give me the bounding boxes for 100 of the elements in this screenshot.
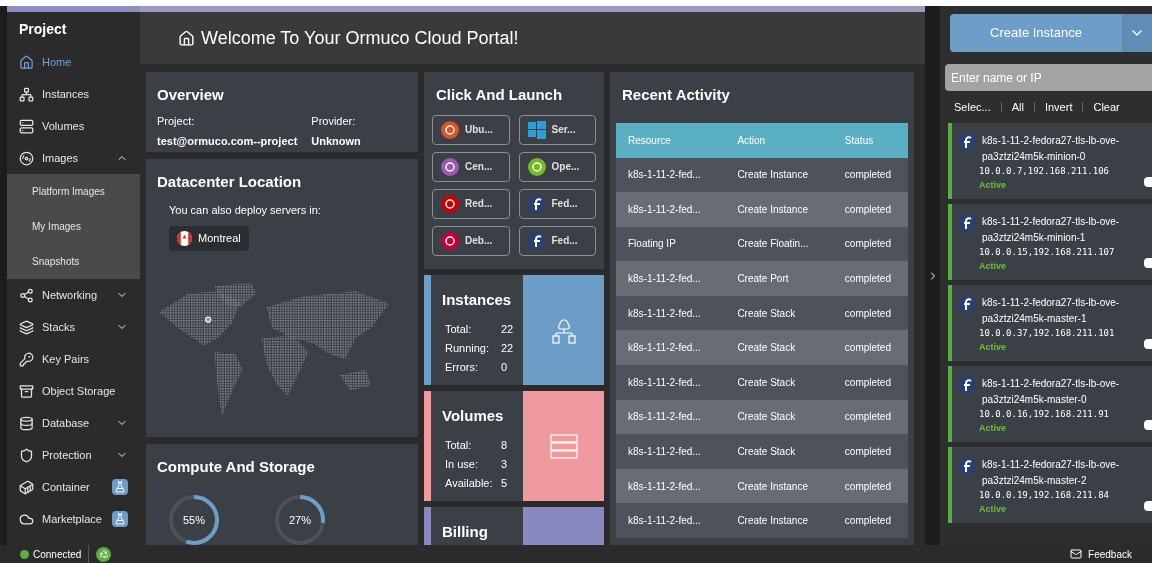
- network-icon: [19, 86, 34, 102]
- table-row[interactable]: k8s-1-11-2-fed... Create Stack completed: [616, 365, 908, 400]
- submenu-item[interactable]: Snapshots: [7, 244, 140, 279]
- stat-value: 0: [501, 359, 508, 375]
- table-cell: Floating IP: [616, 226, 726, 262]
- instance-card[interactable]: k8s-1-11-2-fedora27-tls-lb-ove-pa3ztzi24m5k-minion-1 10.0.0.15,192.168.211.107 Active: [948, 204, 1152, 280]
- select-action-link[interactable]: Invert: [1034, 98, 1083, 116]
- sidebar-item[interactable]: Database: [7, 407, 140, 439]
- submenu-item[interactable]: Platform Images: [7, 174, 140, 209]
- sidebar-item[interactable]: Stacks: [7, 311, 140, 343]
- opensuse-logo-icon: [527, 157, 546, 176]
- home-icon: [19, 54, 34, 70]
- card-title: Click And Launch: [436, 85, 564, 105]
- submenu-item[interactable]: My Images: [7, 209, 140, 244]
- table-cell: completed: [832, 365, 908, 400]
- table-row[interactable]: k8s-1-11-2-fed... Create Port completed: [616, 261, 908, 296]
- windows-logo-icon: [527, 120, 546, 139]
- select-action-link[interactable]: Selec...: [950, 98, 1001, 116]
- stat-label: Errors:: [445, 359, 479, 375]
- instance-name: k8s-1-11-2-fedora27-tls-lb-ove-pa3ztzi24m5k-minion-1: [982, 215, 1121, 245]
- table-row[interactable]: k8s-1-11-2-fed... Create Stack completed: [616, 434, 908, 469]
- search-field[interactable]: Enter name or IP: [945, 64, 1152, 91]
- checkbox[interactable]: [1144, 420, 1152, 430]
- gauge-reading: 27%: [289, 512, 311, 528]
- card-subtitle: You can also deploy servers in:: [169, 202, 322, 218]
- table-row[interactable]: k8s-1-11-2-fed... Create Stack completed: [616, 295, 908, 331]
- sidebar-item[interactable]: Object Storage: [7, 375, 140, 407]
- table-cell: completed: [832, 434, 908, 469]
- table-cell: k8s-1-11-2-fed...: [616, 295, 726, 331]
- instance-ips: 10.0.0.7,192.168.211.106: [979, 165, 1110, 178]
- launch-image-button[interactable]: Ubu...: [432, 114, 510, 145]
- launch-image-button[interactable]: Cen...: [432, 151, 510, 182]
- table-row[interactable]: k8s-1-11-2-fed... Create Instance completed: [616, 192, 908, 227]
- checkbox[interactable]: [1144, 501, 1152, 511]
- instance-card[interactable]: k8s-1-11-2-fedora27-tls-lb-ove-pa3ztzi24m5k-master-1 10.0.0.37,192.168.211.101 Active: [948, 285, 1152, 361]
- sidebar-item[interactable]: Marketplace: [7, 503, 140, 535]
- fedora-logo-icon: [527, 231, 546, 250]
- sidebar-item[interactable]: Container: [7, 471, 140, 503]
- table-row[interactable]: k8s-1-11-2-fed... Create Instance completed: [616, 468, 908, 504]
- checkbox[interactable]: [1144, 339, 1152, 349]
- debian-logo-icon: [441, 231, 459, 250]
- checkbox[interactable]: [1144, 258, 1152, 268]
- table-cell: completed: [832, 226, 908, 262]
- launch-image-button[interactable]: Ser...: [518, 114, 596, 145]
- table-cell: Create Floatin...: [725, 226, 833, 262]
- instance-ips: 10.0.0.19,192.168.211.84: [979, 489, 1110, 502]
- progress-ring: [273, 492, 327, 545]
- share-icon: [19, 287, 34, 303]
- launch-image-button[interactable]: Ope...: [518, 151, 596, 182]
- cloud-network-icon: [549, 316, 578, 344]
- table-row[interactable]: k8s-1-11-2-fed... Create Stack completed: [616, 399, 908, 435]
- fedora-logo-icon: [958, 214, 976, 232]
- fedora-logo-icon: [527, 194, 546, 213]
- gauge-reading: 55%: [183, 512, 205, 528]
- cloud-icon: [19, 511, 34, 527]
- feedback-button[interactable]: Feedback: [1070, 546, 1152, 562]
- sidebar-item[interactable]: Protection: [7, 439, 140, 471]
- location-chip[interactable]: Montreal: [169, 226, 249, 251]
- card-title: Billing: [442, 522, 489, 542]
- sidebar-item[interactable]: Images: [7, 142, 140, 174]
- launch-image-button[interactable]: Fed...: [518, 225, 596, 256]
- table-cell: Create Instance: [725, 192, 833, 227]
- card-title: Overview: [157, 85, 225, 105]
- instance-name: k8s-1-11-2-fedora27-tls-lb-ove-pa3ztzi24m5k-master-0: [982, 377, 1121, 407]
- sidebar-item[interactable]: Instances: [7, 78, 140, 110]
- sidebar-item[interactable]: Networking: [7, 279, 140, 311]
- launch-image-button[interactable]: Deb...: [432, 225, 510, 256]
- launch-image-button[interactable]: Red...: [432, 188, 510, 219]
- sidebar-item[interactable]: Key Pairs: [7, 343, 140, 375]
- instance-name: k8s-1-11-2-fedora27-tls-lb-ove-pa3ztzi24m5k-master-1: [982, 296, 1121, 326]
- table-row[interactable]: Floating IP Create Floatin... completed: [616, 226, 908, 262]
- table-cell: Create Port: [725, 261, 833, 296]
- instance-card[interactable]: k8s-1-11-2-fedora27-tls-lb-ove-pa3ztzi24m5k-master-0 10.0.0.16,192.168.211.91 Active: [948, 366, 1152, 442]
- instance-status: Active: [979, 502, 1006, 516]
- stat-value: 3: [501, 456, 508, 472]
- table-row[interactable]: k8s-1-11-2-fed... Create Stack completed: [616, 330, 908, 366]
- table-cell: k8s-1-11-2-fed...: [616, 157, 726, 193]
- table-cell: completed: [832, 261, 908, 296]
- table-cell: k8s-1-11-2-fed...: [616, 192, 726, 227]
- sidebar-item[interactable]: Home: [7, 46, 140, 78]
- stat-value: 22: [501, 340, 514, 356]
- card-title: Recent Activity: [622, 85, 731, 105]
- select-action-link[interactable]: Clear: [1083, 98, 1130, 116]
- table-cell: completed: [832, 503, 908, 539]
- instance-card[interactable]: k8s-1-11-2-fedora27-tls-lb-ove-pa3ztzi24m5k-master-2 10.0.0.19,192.168.211.84 Active: [948, 447, 1152, 523]
- recycle-icon[interactable]: [96, 546, 112, 562]
- sidebar-item[interactable]: Volumes: [7, 110, 140, 142]
- server-icon: [549, 432, 578, 460]
- table-row[interactable]: k8s-1-11-2-fed... Create Instance completed: [616, 503, 908, 539]
- instance-card[interactable]: k8s-1-11-2-fedora27-tls-lb-ove-pa3ztzi24m5k-minion-0 10.0.0.7,192.168.211.106 Active: [948, 123, 1152, 199]
- instance-status: Active: [979, 259, 1006, 273]
- checkbox[interactable]: [1144, 177, 1152, 187]
- table-cell: k8s-1-11-2-fed...: [616, 503, 726, 539]
- field-label: Provider:: [311, 113, 357, 129]
- mail-icon: [1070, 548, 1083, 560]
- table-row[interactable]: k8s-1-11-2-fed... Create Instance completed: [616, 157, 908, 193]
- table-cell: Create Stack: [725, 330, 833, 366]
- select-action-link[interactable]: All: [1001, 98, 1034, 116]
- stat-label: Total:: [445, 437, 473, 453]
- launch-image-button[interactable]: Fed...: [518, 188, 596, 219]
